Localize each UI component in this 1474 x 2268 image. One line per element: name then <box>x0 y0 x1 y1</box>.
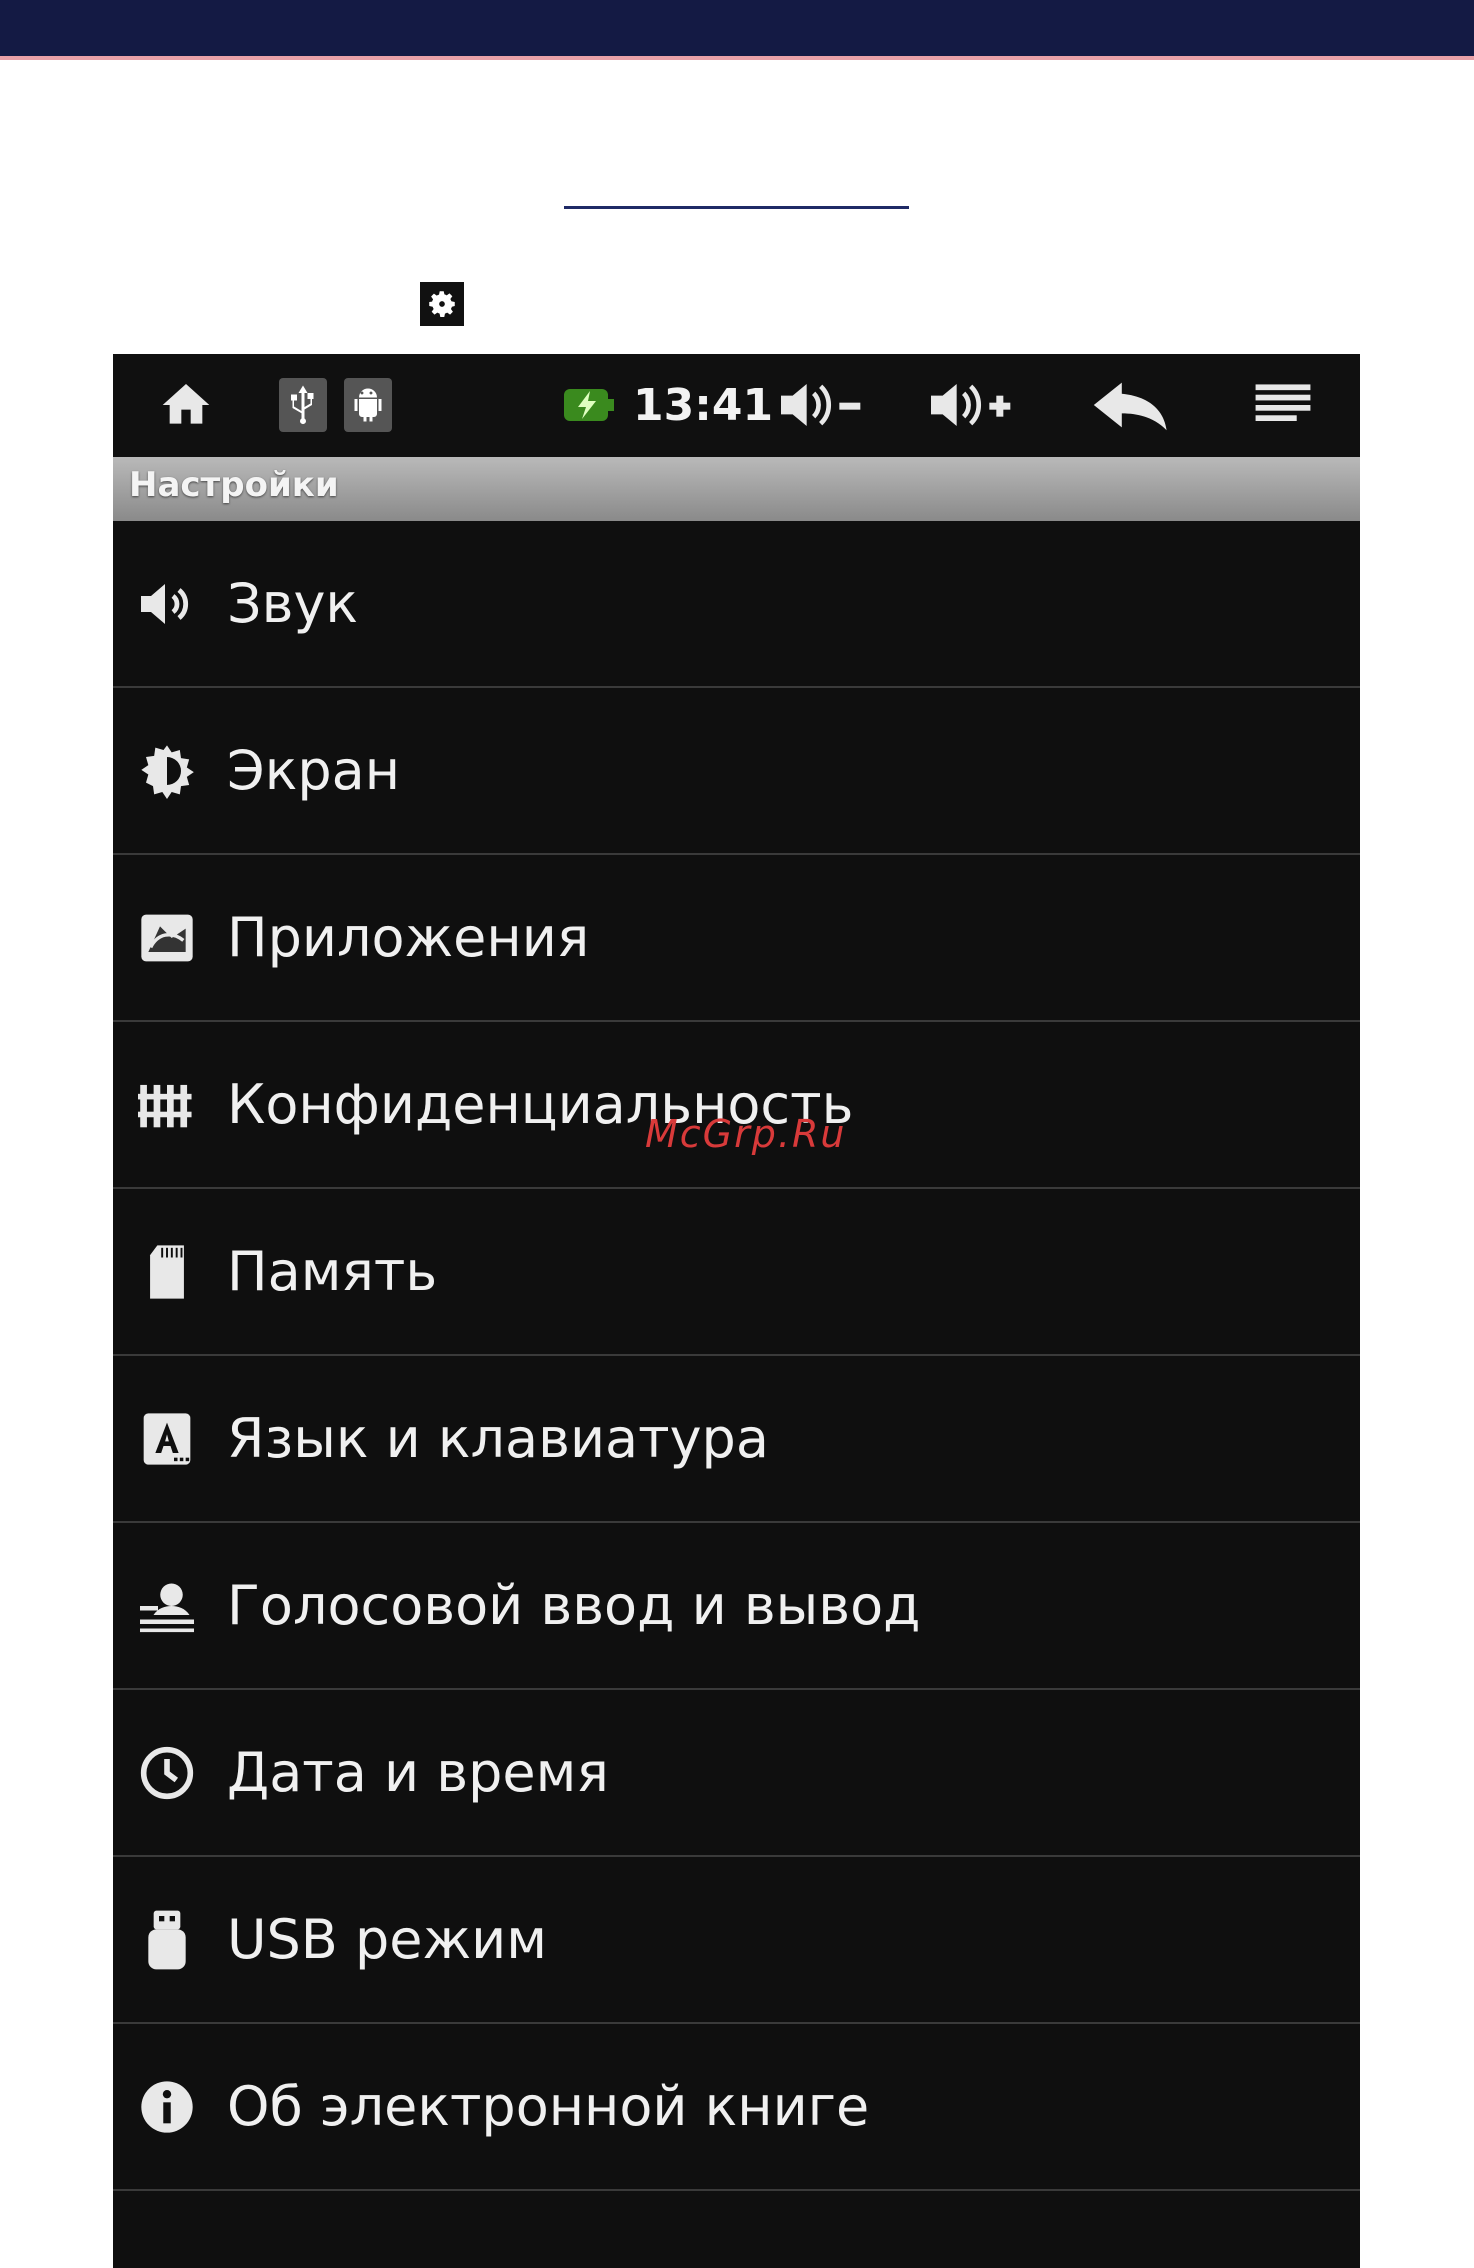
settings-gear-icon <box>420 282 464 326</box>
settings-item-about[interactable]: Об электронной книге <box>113 2024 1360 2191</box>
usb-icon <box>278 372 328 438</box>
settings-list: Звук Экран Приложения Конфиденциальность… <box>113 521 1360 2191</box>
watermark-text: McGrp.Ru <box>645 1112 847 1156</box>
settings-item-label: Память <box>227 1240 438 1303</box>
usb-drive-icon <box>137 1910 197 1970</box>
voice-icon <box>137 1576 197 1636</box>
settings-item-label: Голосовой ввод и вывод <box>227 1574 921 1637</box>
settings-item-label: Звук <box>227 572 359 635</box>
volume-down-icon[interactable] <box>773 372 873 438</box>
back-icon[interactable] <box>1083 372 1183 438</box>
volume-up-icon[interactable] <box>923 372 1023 438</box>
device-screen: 13:41 Настройки Звук Экран Приложения Ко… <box>113 354 1360 2268</box>
speaker-icon <box>137 574 197 634</box>
settings-item-label: Приложения <box>227 906 590 969</box>
battery-icon <box>558 372 618 438</box>
status-bar: 13:41 <box>113 354 1360 457</box>
brightness-icon <box>137 741 197 801</box>
heading-underline <box>564 206 909 209</box>
settings-item-label: Язык и клавиатура <box>227 1407 769 1470</box>
settings-item-label: USB режим <box>227 1908 547 1971</box>
privacy-icon <box>137 1075 197 1135</box>
settings-item-sound[interactable]: Звук <box>113 521 1360 688</box>
settings-item-voice[interactable]: Голосовой ввод и вывод <box>113 1523 1360 1690</box>
android-icon <box>343 372 393 438</box>
settings-title-bar: Настройки <box>113 457 1360 521</box>
settings-item-privacy[interactable]: Конфиденциальность <box>113 1022 1360 1189</box>
clock-icon <box>137 1743 197 1803</box>
settings-item-datetime[interactable]: Дата и время <box>113 1690 1360 1857</box>
settings-item-memory[interactable]: Память <box>113 1189 1360 1356</box>
settings-item-label: Экран <box>227 739 400 802</box>
document-top-bar <box>0 0 1474 60</box>
settings-item-usb-mode[interactable]: USB режим <box>113 1857 1360 2024</box>
settings-item-label: Об электронной книге <box>227 2075 870 2138</box>
settings-item-screen[interactable]: Экран <box>113 688 1360 855</box>
settings-item-language[interactable]: Язык и клавиатура <box>113 1356 1360 1523</box>
menu-icon[interactable] <box>1248 372 1318 438</box>
language-icon <box>137 1409 197 1469</box>
sdcard-icon <box>137 1242 197 1302</box>
apps-icon <box>137 908 197 968</box>
info-icon <box>137 2077 197 2137</box>
page-title: Настройки <box>129 465 339 505</box>
settings-item-label: Дата и время <box>227 1741 609 1804</box>
home-icon[interactable] <box>153 372 219 438</box>
settings-item-apps[interactable]: Приложения <box>113 855 1360 1022</box>
status-clock: 13:41 <box>633 380 774 431</box>
